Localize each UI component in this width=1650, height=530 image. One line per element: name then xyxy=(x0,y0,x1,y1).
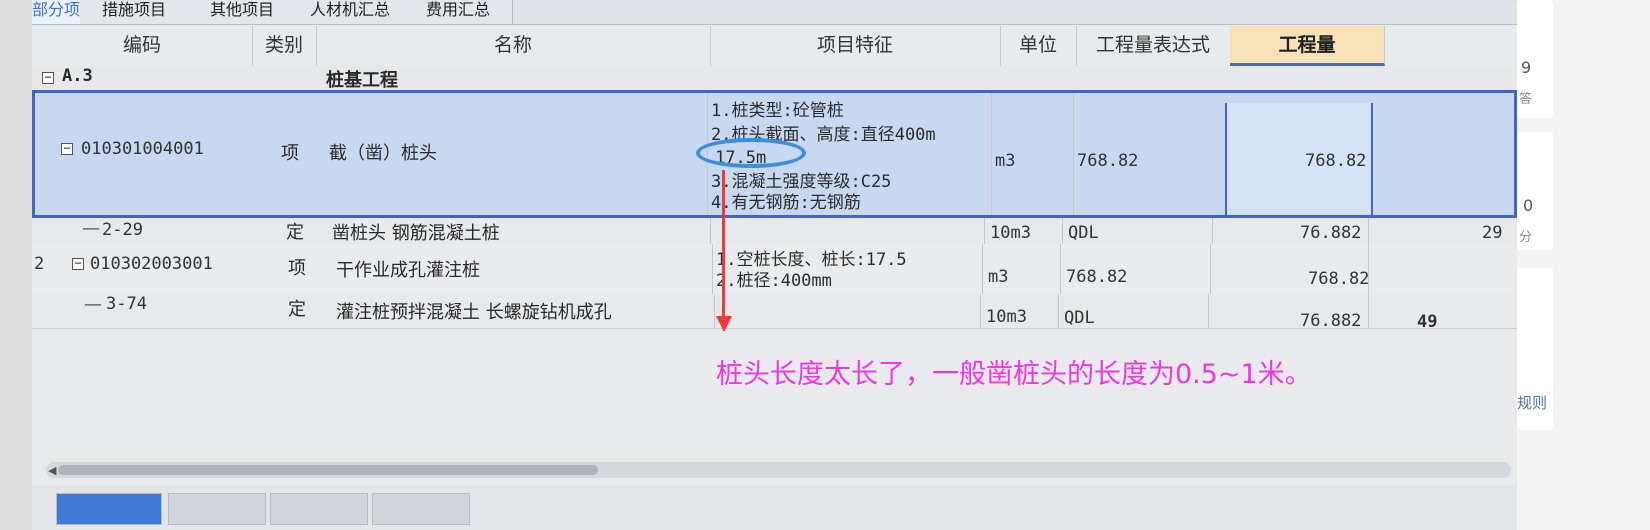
header-extra[interactable] xyxy=(1384,26,1517,66)
bottom-tab[interactable] xyxy=(168,493,266,525)
cell-divider xyxy=(1368,294,1369,328)
side-text: 9 xyxy=(1521,58,1532,77)
cell-divider xyxy=(984,218,985,244)
bottom-tab[interactable] xyxy=(372,493,470,525)
bottom-tab-bar xyxy=(32,485,1517,530)
header-name[interactable]: 名称 xyxy=(316,26,711,66)
row-code: 010302003001 xyxy=(90,254,213,274)
cell-divider xyxy=(1212,218,1213,244)
side-text: 答 xyxy=(1519,92,1533,107)
tab-bar: 部分项 措施项目 其他项目 人材机汇总 费用汇总 xyxy=(32,0,1517,25)
header-category[interactable]: 类别 xyxy=(252,26,317,66)
group-name: 桩基工程 xyxy=(326,70,398,91)
header-unit[interactable]: 单位 xyxy=(1000,26,1077,66)
cell-divider xyxy=(980,294,981,328)
feature-line: 1.桩类型:砼管桩 xyxy=(711,101,844,121)
row-quantity: 768.82 xyxy=(1305,151,1367,171)
row-category: 定 xyxy=(288,299,306,320)
cell-divider xyxy=(710,218,711,244)
row-index: 2 xyxy=(34,254,45,274)
row-name: 灌注桩预拌混凝土 长螺旋钻机成孔 xyxy=(336,302,612,323)
row-category: 项 xyxy=(288,258,306,279)
row-unit: m3 xyxy=(995,151,1016,171)
row-category: 项 xyxy=(281,143,299,164)
cell-divider xyxy=(712,244,713,294)
row-quantity-expr: 768.82 xyxy=(1066,267,1128,287)
header-quantity[interactable]: 工程量 xyxy=(1230,26,1385,66)
row-unit: m3 xyxy=(988,267,1009,287)
table-row[interactable]: — 2-29 定 凿桩头 钢筋混凝土桩 10m3 QDL 76.882 29 xyxy=(32,218,1517,245)
tab-cost-summary[interactable]: 费用汇总 xyxy=(404,0,513,24)
cell-divider xyxy=(1368,244,1369,294)
right-panel: 9 答 0 分 规则 xyxy=(1517,0,1650,530)
bottom-tab[interactable] xyxy=(270,493,368,525)
tab-labor-material-summary[interactable]: 人材机汇总 xyxy=(296,0,405,24)
scroll-left-icon[interactable]: ◀ xyxy=(48,464,56,477)
cell-divider xyxy=(1368,218,1369,244)
row-unit: 10m3 xyxy=(990,223,1031,243)
table-row[interactable]: — 3-74 定 灌注桩预拌混凝土 长螺旋钻机成孔 10m3 QDL 76.88… xyxy=(32,294,1517,332)
row-quantity-expr: 768.82 xyxy=(1077,151,1139,171)
cell-divider xyxy=(1058,294,1059,328)
collapse-toggle[interactable]: − xyxy=(61,142,73,155)
row-code: 3-74 xyxy=(106,294,147,314)
row-extra: 49 xyxy=(1417,312,1438,332)
cell-divider xyxy=(1060,244,1061,294)
horizontal-scrollbar[interactable]: ◀ xyxy=(46,462,1511,478)
header-code[interactable]: 编码 xyxy=(32,26,253,66)
cell-divider xyxy=(1208,294,1209,328)
row-code: 2-29 xyxy=(102,220,143,240)
tab-other-items[interactable]: 其他项目 xyxy=(188,0,297,24)
bottom-tab[interactable] xyxy=(56,493,162,525)
cell-divider xyxy=(1210,244,1211,294)
row-quantity: 76.882 xyxy=(1300,223,1362,243)
app-window: 部分项 措施项目 其他项目 人材机汇总 费用汇总 编码 类别 名称 项目特征 单… xyxy=(32,0,1517,530)
left-margin xyxy=(0,0,32,530)
cell-divider xyxy=(991,93,992,215)
row-quantity: 768.82 xyxy=(1308,269,1370,289)
tab-measures[interactable]: 措施项目 xyxy=(80,0,189,24)
highlight-circle xyxy=(696,138,806,168)
side-text: 分 xyxy=(1519,230,1533,245)
row-quantity-expr: QDL xyxy=(1068,223,1099,243)
feature-line: 2.桩径:400mm xyxy=(716,271,832,291)
feature-line: 4.有无钢筋:无钢筋 xyxy=(711,193,861,213)
row-code: 010301004001 xyxy=(81,139,204,159)
cell-divider xyxy=(982,244,983,294)
annotation-arrow-head xyxy=(716,316,732,332)
group-row[interactable]: − A.3 桩基工程 xyxy=(32,66,1517,91)
feature-line: 1.空桩长度、桩长:17.5 xyxy=(716,250,907,270)
row-name: 干作业成孔灌注桩 xyxy=(336,260,480,281)
cell-divider xyxy=(1062,218,1063,244)
side-text: 0 xyxy=(1523,196,1534,215)
annotation-arrow xyxy=(722,170,725,320)
collapse-toggle[interactable]: − xyxy=(42,71,54,84)
cell-divider xyxy=(714,294,715,328)
row-quantity: 76.882 xyxy=(1300,311,1362,331)
side-link[interactable]: 规则 xyxy=(1517,392,1547,413)
cell-divider xyxy=(1073,93,1074,215)
row-extra: 29 xyxy=(1482,223,1503,243)
collapse-toggle[interactable]: − xyxy=(72,257,84,270)
row-unit: 10m3 xyxy=(986,307,1027,327)
group-code: A.3 xyxy=(62,66,93,86)
row-name: 截（凿）桩头 xyxy=(329,143,437,164)
table-row[interactable]: 2 − 010302003001 项 干作业成孔灌注桩 1.空桩长度、桩长:17… xyxy=(32,244,1517,295)
row-quantity-expr: QDL xyxy=(1064,308,1095,328)
tab-fenbu[interactable]: 部分项 xyxy=(32,0,81,24)
table-header: 编码 类别 名称 项目特征 单位 工程量表达式 工程量 xyxy=(32,26,1517,67)
row-name: 凿桩头 钢筋混凝土桩 xyxy=(332,223,500,244)
feature-line: 3.混凝土强度等级:C25 xyxy=(711,172,892,192)
annotation-note: 桩头长度太长了，一般凿桩头的长度为0.5~1米。 xyxy=(716,359,1312,390)
row-category: 定 xyxy=(286,222,304,243)
header-quantity-expr[interactable]: 工程量表达式 xyxy=(1076,26,1231,66)
header-features[interactable]: 项目特征 xyxy=(710,26,1001,66)
scrollbar-thumb[interactable] xyxy=(58,465,598,475)
